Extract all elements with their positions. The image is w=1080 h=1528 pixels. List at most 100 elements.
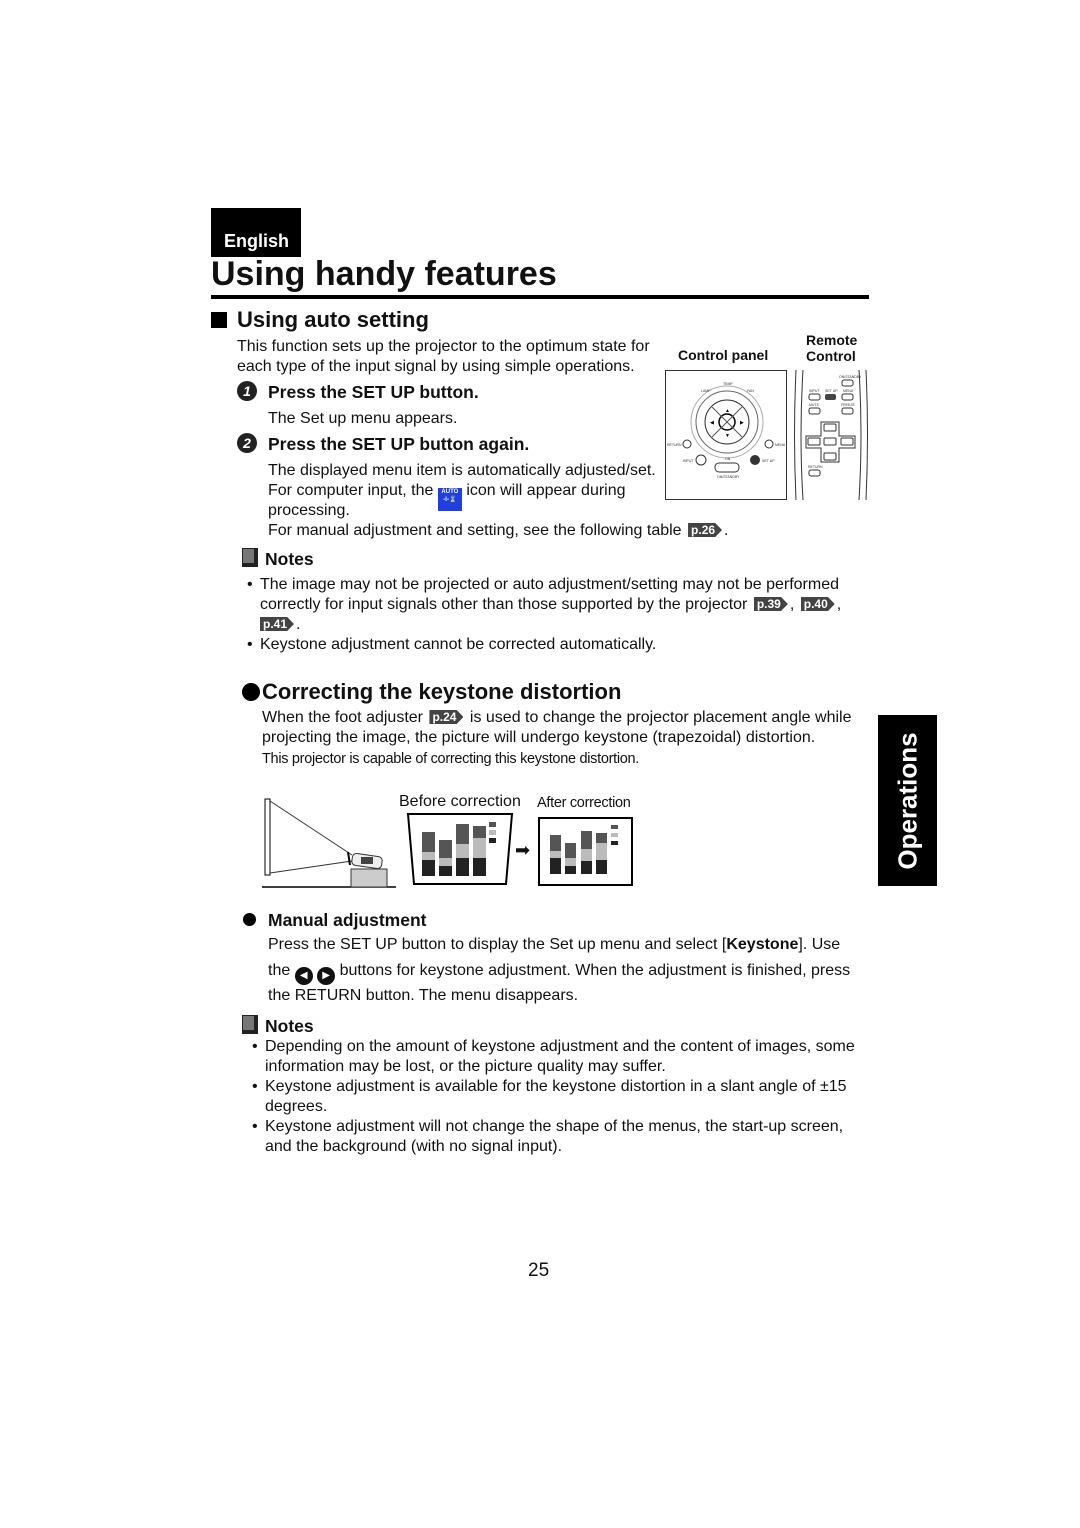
svg-text:LAMP: LAMP bbox=[701, 389, 711, 393]
notes-title: Notes bbox=[265, 1016, 314, 1036]
note-b-line-2: degrees. bbox=[265, 1098, 328, 1115]
svg-text:▶: ▶ bbox=[740, 420, 744, 426]
intro-line-1: This function sets up the projector to t… bbox=[237, 338, 650, 355]
step-1-text: The Set up menu appears. bbox=[268, 410, 458, 427]
auto-adjust-icon: AUTO -I-⌛ bbox=[437, 488, 462, 511]
note-bullet: • bbox=[252, 1078, 258, 1095]
square-bullet-icon bbox=[211, 312, 227, 328]
text: icon will appear during bbox=[466, 482, 626, 499]
note-bullet: • bbox=[252, 1038, 258, 1055]
text: ]. Use bbox=[798, 936, 841, 953]
keystone-line-1: When the foot adjuster p.24 is used to c… bbox=[262, 708, 851, 728]
circle-bullet-icon bbox=[243, 913, 256, 926]
page-ref-link[interactable]: p.40 bbox=[800, 597, 835, 611]
keystone-line-2: projecting the image, the picture will u… bbox=[262, 729, 816, 746]
notes-title: Notes bbox=[265, 549, 314, 569]
intro-line-2: each type of the input signal by using s… bbox=[237, 358, 635, 375]
title-rule bbox=[211, 295, 869, 299]
step-1-number-icon: 1 bbox=[237, 381, 257, 401]
note-1-line-3: p.41. bbox=[258, 615, 300, 635]
page-ref-link[interactable]: p.26 bbox=[688, 523, 723, 537]
note-bullet: • bbox=[247, 576, 253, 593]
control-panel-drawing: ▲ ▼ ◀ ▶ LAMP TEMP FAN RETURN MENU INPUT ON SET UP… bbox=[667, 382, 786, 479]
svg-text:FAN: FAN bbox=[747, 389, 754, 393]
svg-text:SET UP: SET UP bbox=[762, 459, 775, 463]
remote-control-illustration: ON/STANDBY INPUT SET UP MENU MUTE FREEZE RETUR… bbox=[793, 369, 869, 501]
svg-text:ON/STANDBY: ON/STANDBY bbox=[717, 475, 740, 479]
svg-text:INPUT: INPUT bbox=[809, 389, 820, 393]
note-a-line-2: information may be lost, or the picture … bbox=[265, 1058, 666, 1075]
note-c-line-1: Keystone adjustment will not change the … bbox=[265, 1118, 844, 1135]
svg-text:FREEZE: FREEZE bbox=[841, 403, 855, 407]
page-title: Using handy features bbox=[211, 255, 557, 293]
text: . bbox=[724, 522, 729, 539]
note-bullet: • bbox=[252, 1118, 258, 1135]
note-bullet: • bbox=[247, 636, 253, 653]
remote-label-1: Remote bbox=[806, 332, 858, 348]
note-2-line-1: Keystone adjustment cannot be corrected … bbox=[260, 636, 657, 653]
remote-label-2: Control bbox=[806, 348, 856, 364]
step-2-text-3: processing. bbox=[268, 502, 350, 519]
manual-adjustment-title: Manual adjustment bbox=[268, 910, 427, 930]
step-2-title: Press the SET UP button again. bbox=[268, 434, 530, 454]
page-ref-link[interactable]: p.24 bbox=[429, 710, 464, 724]
note-a-line-1: Depending on the amount of keystone adju… bbox=[265, 1038, 855, 1055]
language-tab-label: English bbox=[224, 231, 290, 251]
text: For computer input, the bbox=[268, 482, 434, 499]
after-correction-label: After correction bbox=[537, 795, 631, 811]
svg-text:SET UP: SET UP bbox=[825, 389, 838, 393]
keystone-line-3: This projector is capable of correcting … bbox=[262, 751, 640, 767]
page-number: 25 bbox=[528, 1260, 550, 1281]
svg-text:ON: ON bbox=[725, 457, 731, 461]
notes-icon bbox=[242, 1015, 258, 1039]
section-heading-keystone: Correcting the keystone distortion bbox=[262, 679, 622, 704]
step-2-text-4: For manual adjustment and setting, see t… bbox=[268, 521, 729, 541]
control-panel-illustration: ▲ ▼ ◀ ▶ LAMP TEMP FAN RETURN MENU INPUT ON SET UP… bbox=[665, 370, 787, 500]
step-2-text-1: The displayed menu item is automatically… bbox=[268, 462, 656, 479]
remote-control-drawing: ON/STANDBY INPUT SET UP MENU MUTE FREEZE RETUR… bbox=[794, 369, 868, 501]
notes-icon bbox=[242, 548, 258, 572]
language-tab: English bbox=[211, 208, 301, 257]
note-c-line-2: and the background (with no signal input… bbox=[265, 1138, 563, 1155]
page-ref-link[interactable]: p.41 bbox=[260, 617, 295, 631]
svg-text:INPUT: INPUT bbox=[683, 459, 694, 463]
manual-line-3: the RETURN button. The menu disappears. bbox=[268, 987, 579, 1004]
control-panel-label: Control panel bbox=[678, 347, 769, 363]
text: When the foot adjuster bbox=[262, 709, 423, 726]
keystone-distorted-screen bbox=[406, 813, 514, 885]
after-correction-image bbox=[538, 817, 633, 891]
svg-text:▼: ▼ bbox=[725, 433, 730, 439]
before-correction-label: Before correction bbox=[399, 793, 521, 810]
svg-text:TEMP: TEMP bbox=[723, 382, 733, 386]
text: Press the SET UP button to display the S… bbox=[268, 936, 727, 953]
svg-text:RETURN: RETURN bbox=[808, 465, 823, 469]
projector-drawing bbox=[262, 798, 396, 888]
svg-text:RETURN: RETURN bbox=[667, 443, 682, 447]
svg-text:MENU: MENU bbox=[843, 389, 854, 393]
step-2-number-icon: 2 bbox=[237, 433, 257, 453]
text: correctly for input signals other than t… bbox=[260, 596, 748, 613]
corrected-screen bbox=[538, 817, 633, 886]
circle-bullet-icon bbox=[242, 683, 260, 701]
section-heading-auto-setting: Using auto setting bbox=[237, 307, 429, 332]
side-tab-operations: Operations bbox=[878, 715, 937, 886]
page-ref-link[interactable]: p.39 bbox=[753, 597, 788, 611]
side-tab-label: Operations bbox=[892, 731, 922, 870]
right-arrow-icon: ➡ bbox=[515, 840, 531, 860]
text: is used to change the projector placemen… bbox=[469, 709, 852, 726]
projector-setup-illustration bbox=[262, 795, 402, 895]
step-1-title: Press the SET UP button. bbox=[268, 382, 479, 402]
left-arrow-button-icon: ◀ bbox=[294, 967, 313, 985]
svg-text:▲: ▲ bbox=[725, 408, 730, 414]
svg-text:ON/STANDBY: ON/STANDBY bbox=[839, 375, 862, 379]
before-correction-image bbox=[405, 812, 515, 892]
svg-text:◀: ◀ bbox=[710, 420, 714, 426]
svg-text:MENU: MENU bbox=[775, 443, 786, 447]
keystone-menu-item: Keystone bbox=[726, 936, 799, 953]
right-arrow-button-icon: ▶ bbox=[317, 967, 336, 985]
note-b-line-1: Keystone adjustment is available for the… bbox=[265, 1078, 847, 1095]
text: the bbox=[268, 962, 291, 979]
manual-line-1: Press the SET UP button to display the S… bbox=[268, 935, 840, 955]
note-1-line-1: The image may not be projected or auto a… bbox=[260, 576, 839, 593]
text: buttons for keystone adjustment. When th… bbox=[339, 962, 851, 979]
